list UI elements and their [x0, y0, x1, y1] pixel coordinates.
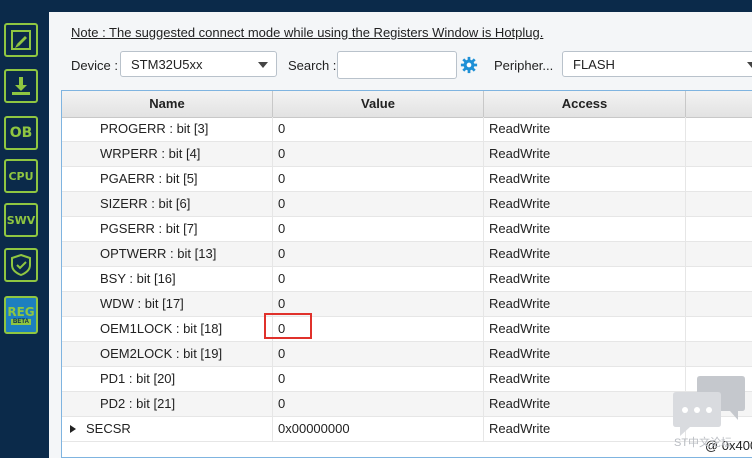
title-band [0, 0, 752, 12]
register-access: ReadWrite [484, 142, 686, 166]
table-row[interactable]: WDW : bit [17] 0 ReadWrite [62, 292, 752, 317]
registers-panel: Note : The suggested connect mode while … [49, 12, 752, 458]
register-value[interactable]: 0x00000000 [273, 417, 484, 441]
table-row[interactable]: PROGERR : bit [3] 0 ReadWrite [62, 117, 752, 142]
cpu-label: CPU [8, 169, 34, 183]
sidebar: OB CPU SWV REG BETA [0, 12, 49, 458]
register-access: ReadWrite [484, 317, 686, 341]
register-access: ReadWrite [484, 167, 686, 191]
register-value[interactable]: 0 [273, 167, 484, 191]
table-row[interactable]: WRPERR : bit [4] 0 ReadWrite [62, 142, 752, 167]
register-value[interactable]: 0 [273, 192, 484, 216]
register-name: BSY : bit [16] [62, 267, 273, 291]
device-value: STM32U5xx [131, 56, 203, 72]
register-name: PROGERR : bit [3] [62, 117, 273, 141]
option-bytes-label: OB [9, 125, 33, 141]
highlight-box [264, 313, 312, 339]
table-row[interactable]: OEM2LOCK : bit [19] 0 ReadWrite [62, 342, 752, 367]
register-name: SIZERR : bit [6] [62, 192, 273, 216]
forum-watermark-text: ST中文论坛 [674, 437, 733, 449]
register-name: PGAERR : bit [5] [62, 167, 273, 191]
peripheral-label: Peripher... [494, 58, 554, 73]
registers-table: Name Value Access PROGERR : bit [3] 0 Re… [61, 90, 752, 458]
register-access: ReadWrite [484, 192, 686, 216]
register-name: OPTWERR : bit [13] [62, 242, 273, 266]
option-bytes-icon[interactable]: OB [4, 116, 38, 150]
swv-label: SWV [6, 213, 36, 227]
chevron-down-icon [747, 62, 752, 68]
table-row[interactable]: PD1 : bit [20] 0 ReadWrite [62, 367, 752, 392]
register-access: ReadWrite [484, 292, 686, 316]
swv-icon[interactable]: SWV [4, 203, 38, 237]
table-row[interactable]: PD2 : bit [21] 0 ReadWrite [62, 392, 752, 417]
table-header: Name Value Access [62, 91, 752, 118]
registers-icon[interactable]: REG BETA [4, 296, 38, 334]
peripheral-select[interactable]: FLASH [562, 51, 752, 77]
table-row[interactable]: OEM1LOCK : bit [18] 0 ReadWrite [62, 313, 752, 342]
hotplug-note: Note : The suggested connect mode while … [71, 25, 544, 40]
register-access: ReadWrite [484, 267, 686, 291]
search-input[interactable] [337, 51, 457, 79]
beta-badge: BETA [11, 318, 31, 325]
register-access: ReadWrite [484, 217, 686, 241]
register-value[interactable]: 0 [273, 367, 484, 391]
register-name: PGSERR : bit [7] [62, 217, 273, 241]
register-access: ReadWrite [484, 342, 686, 366]
cpu-icon[interactable]: CPU [4, 159, 38, 193]
register-value[interactable]: 0 [273, 117, 484, 141]
gear-icon[interactable] [460, 56, 478, 74]
peripheral-value: FLASH [573, 56, 615, 72]
chevron-down-icon [258, 62, 268, 68]
register-access: ReadWrite [484, 392, 686, 416]
table-row[interactable]: BSY : bit [16] 0 ReadWrite [62, 267, 752, 292]
table-row[interactable]: PGAERR : bit [5] 0 ReadWrite [62, 167, 752, 192]
register-value[interactable]: 0 [273, 392, 484, 416]
search-label: Search : [288, 58, 337, 73]
register-name: OEM2LOCK : bit [19] [62, 342, 273, 366]
table-row[interactable]: SECSR 0x00000000 ReadWrite [62, 417, 752, 442]
register-access: ReadWrite [484, 242, 686, 266]
column-header-value[interactable]: Value [273, 91, 484, 117]
shield-icon[interactable] [4, 248, 38, 282]
register-value[interactable]: 0 [273, 342, 484, 366]
column-header-access[interactable]: Access [484, 91, 686, 117]
table-body: PROGERR : bit [3] 0 ReadWrite WRPERR : b… [62, 117, 752, 442]
register-value[interactable]: 0 [273, 217, 484, 241]
register-access: ReadWrite [484, 417, 686, 441]
register-name: WDW : bit [17] [62, 292, 273, 316]
download-icon[interactable] [4, 69, 38, 103]
register-value[interactable]: 0 [273, 242, 484, 266]
column-header-name[interactable]: Name [62, 91, 273, 117]
device-select[interactable]: STM32U5xx [120, 51, 277, 77]
register-access: ReadWrite [484, 117, 686, 141]
register-value[interactable]: 0 [273, 267, 484, 291]
table-row[interactable]: PGSERR : bit [7] 0 ReadWrite [62, 217, 752, 242]
edit-icon[interactable] [4, 23, 38, 57]
register-access: ReadWrite [484, 367, 686, 391]
register-value[interactable]: 0 [273, 142, 484, 166]
device-label: Device : [71, 58, 118, 73]
register-name: SECSR [62, 417, 273, 441]
register-name: WRPERR : bit [4] [62, 142, 273, 166]
table-row[interactable]: OPTWERR : bit [13] 0 ReadWrite [62, 242, 752, 267]
register-name: PD1 : bit [20] [62, 367, 273, 391]
register-name: PD2 : bit [21] [62, 392, 273, 416]
register-name: OEM1LOCK : bit [18] [62, 317, 273, 341]
table-row[interactable]: SIZERR : bit [6] 0 ReadWrite [62, 192, 752, 217]
registers-label: REG [7, 304, 35, 319]
